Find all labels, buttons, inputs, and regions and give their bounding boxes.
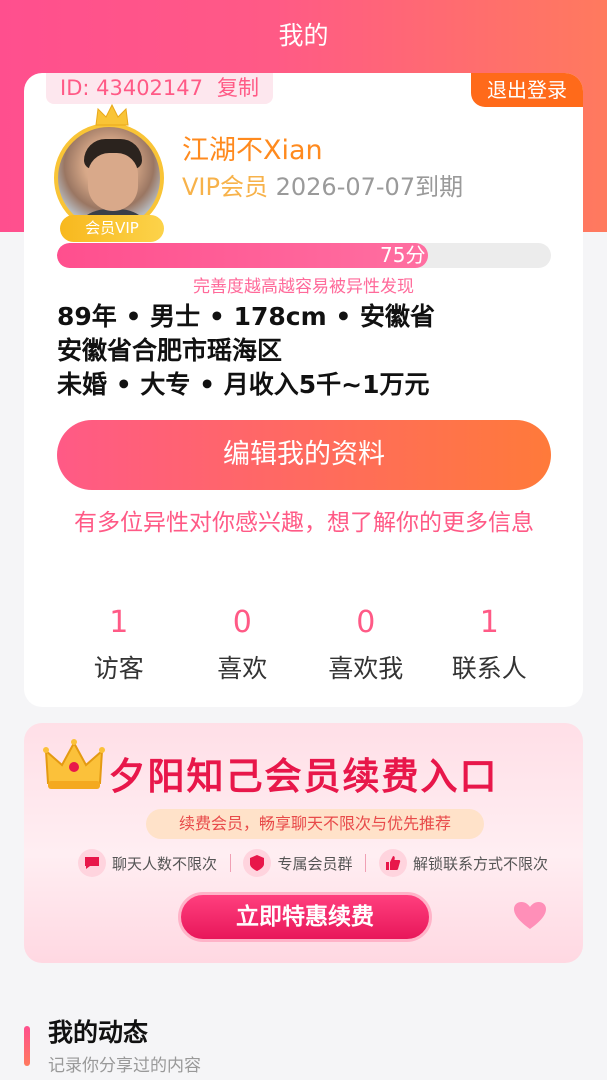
edit-profile-button[interactable]: 编辑我的资料 <box>57 420 551 490</box>
my-posts-section[interactable]: 我的动态 记录你分享过的内容 <box>24 1010 583 1080</box>
stat-likes[interactable]: 0 喜欢 <box>181 599 305 689</box>
vip-renewal-banner[interactable]: 夕阳知己会员续费入口 续费会员，畅享聊天不限次与优先推荐 聊天人数不限次 专属会… <box>24 723 583 963</box>
logout-button[interactable]: 退出登录 <box>471 73 583 107</box>
user-id: ID: 43402147 <box>60 76 204 100</box>
heart-icon <box>514 902 546 929</box>
chat-icon <box>78 849 106 877</box>
stat-value: 0 <box>232 605 252 640</box>
user-id-tag: ID: 43402147 复制 <box>46 73 274 104</box>
feature-item: 专属会员群 <box>243 849 353 877</box>
renew-now-button[interactable]: 立即特惠续费 <box>178 892 432 942</box>
stat-contacts[interactable]: 1 联系人 <box>428 599 552 689</box>
stats-row: 1 访客 0 喜欢 0 喜欢我 1 联系人 <box>57 599 551 689</box>
vip-expiry-date: 2026-07-07到期 <box>275 173 464 201</box>
interest-message: 有多位异性对你感兴趣，想了解你的更多信息 <box>74 510 534 536</box>
info-basic: 89年 • 男士 • 178cm • 安徽省 <box>57 302 436 331</box>
crown-icon <box>95 103 129 126</box>
feature-item: 聊天人数不限次 <box>78 849 217 877</box>
vip-status: VIP会员 2026-07-07到期 <box>182 169 463 205</box>
feature-item: 解锁联系方式不限次 <box>378 849 548 877</box>
divider <box>229 854 231 872</box>
stat-value: 0 <box>356 605 376 640</box>
info-details: 未婚 • 大专 • 月收入5千~1万元 <box>57 370 430 399</box>
banner-subtitle: 续费会员，畅享聊天不限次与优先推荐 <box>146 809 484 839</box>
vip-group-icon <box>243 849 272 877</box>
section-subtitle: 记录你分享过的内容 <box>48 1056 201 1076</box>
completeness-score: 75分 <box>380 243 426 267</box>
vip-label: VIP会员 <box>182 173 268 201</box>
stat-label: 联系人 <box>451 654 527 683</box>
divider <box>365 854 367 872</box>
stat-label: 喜欢 <box>217 654 268 683</box>
vip-badge: 会员VIP <box>60 215 164 242</box>
stat-liked-me[interactable]: 0 喜欢我 <box>304 599 428 689</box>
profile-completeness-bar: 75分 <box>57 243 551 268</box>
thumbs-up-icon <box>378 849 407 877</box>
feature-label: 解锁联系方式不限次 <box>412 854 548 873</box>
stat-value: 1 <box>479 605 499 640</box>
banner-title: 夕阳知己会员续费入口 <box>108 755 499 798</box>
stat-visitors[interactable]: 1 访客 <box>57 599 181 689</box>
stat-value: 1 <box>109 605 129 640</box>
section-accent-bar <box>24 1026 30 1066</box>
info-location: 安徽省合肥市瑶海区 <box>57 336 283 365</box>
section-title: 我的动态 <box>48 1018 149 1047</box>
avatar-container[interactable]: 会员VIP <box>54 103 170 242</box>
stat-label: 喜欢我 <box>328 654 404 683</box>
feature-label: 专属会员群 <box>277 854 353 873</box>
completeness-tip: 完善度越高越容易被异性发现 <box>193 277 414 297</box>
copy-id-button[interactable]: 复制 <box>217 73 259 104</box>
stat-label: 访客 <box>93 654 144 683</box>
feature-label: 聊天人数不限次 <box>112 854 218 873</box>
progress-fill: 75分 <box>57 243 428 268</box>
banner-features: 聊天人数不限次 专属会员群 解锁联系方式不限次 <box>78 845 548 881</box>
profile-card: ID: 43402147 复制 退出登录 会员VIP 江湖不Xian VIP会员… <box>24 73 583 707</box>
page-title: 我的 <box>278 21 329 50</box>
username: 江湖不Xian <box>182 135 323 166</box>
